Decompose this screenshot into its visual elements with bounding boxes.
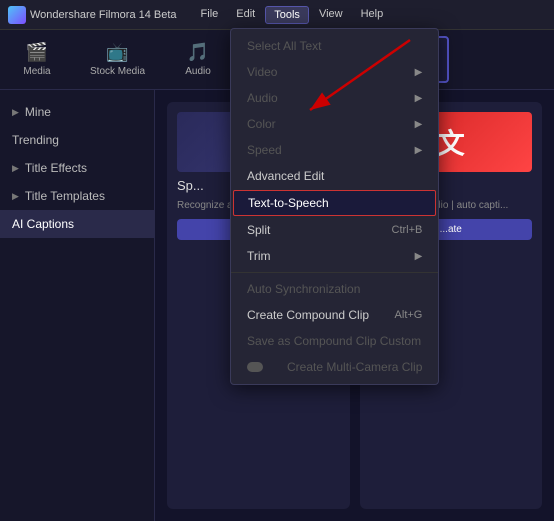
toolbar-stock-media[interactable]: 📺 Stock Media bbox=[82, 38, 153, 81]
save-compound-label: Save as Compound Clip Custom bbox=[247, 334, 422, 348]
video-arrow: ▶ bbox=[415, 67, 423, 78]
trim-arrow: ▶ bbox=[415, 251, 423, 262]
audio-menu-label: Audio bbox=[247, 91, 395, 105]
dropdown-advanced-edit[interactable]: Advanced Edit bbox=[231, 163, 438, 189]
trending-label: Trending bbox=[12, 133, 59, 147]
create-compound-shortcut: Alt+G bbox=[395, 309, 423, 321]
dropdown-color: Color ▶ bbox=[231, 111, 438, 137]
dropdown-speed: Speed ▶ bbox=[231, 137, 438, 163]
dropdown-auto-sync: Auto Synchronization bbox=[231, 276, 438, 302]
video-label: Video bbox=[247, 65, 395, 79]
sidebar-item-mine[interactable]: ▶ Mine bbox=[0, 98, 154, 126]
color-label: Color bbox=[247, 117, 395, 131]
multi-camera-checkbox bbox=[247, 362, 263, 372]
sidebar-item-title-effects[interactable]: ▶ Title Effects bbox=[0, 154, 154, 182]
audio-arrow: ▶ bbox=[415, 93, 423, 104]
menu-help[interactable]: Help bbox=[353, 6, 392, 24]
ai-captions-label: AI Captions bbox=[12, 217, 74, 231]
media-icon: 🎬 bbox=[26, 42, 48, 63]
sidebar-item-ai-captions[interactable]: AI Captions bbox=[0, 210, 154, 238]
title-bar: Wondershare Filmora 14 Beta File Edit To… bbox=[0, 0, 554, 30]
dropdown-menu: Select All Text Video ▶ Audio ▶ Color ▶ … bbox=[230, 28, 439, 385]
stock-media-icon: 📺 bbox=[106, 42, 128, 63]
dropdown-create-compound[interactable]: Create Compound Clip Alt+G bbox=[231, 302, 438, 328]
toolbar-media[interactable]: 🎬 Media bbox=[12, 38, 62, 81]
title-effects-label: Title Effects bbox=[25, 161, 87, 175]
create-compound-label: Create Compound Clip bbox=[247, 308, 375, 322]
title-templates-chevron: ▶ bbox=[12, 191, 19, 202]
toolbar-audio[interactable]: 🎵 Audio bbox=[173, 38, 223, 81]
menu-bar: File Edit Tools View Help bbox=[193, 6, 392, 24]
dropdown-save-compound: Save as Compound Clip Custom bbox=[231, 328, 438, 354]
mine-chevron: ▶ bbox=[12, 107, 19, 118]
title-templates-label: Title Templates bbox=[25, 189, 105, 203]
audio-label: Audio bbox=[185, 66, 211, 77]
dropdown-audio: Audio ▶ bbox=[231, 85, 438, 111]
color-arrow: ▶ bbox=[415, 119, 423, 130]
media-label: Media bbox=[23, 66, 50, 77]
app-logo: Wondershare Filmora 14 Beta bbox=[8, 6, 177, 24]
dropdown-multi-camera: Create Multi-Camera Clip bbox=[231, 354, 438, 380]
select-all-text-label: Select All Text bbox=[247, 39, 422, 53]
menu-file[interactable]: File bbox=[193, 6, 227, 24]
dropdown-trim[interactable]: Trim ▶ bbox=[231, 243, 438, 269]
menu-view[interactable]: View bbox=[311, 6, 351, 24]
tools-dropdown: Select All Text Video ▶ Audio ▶ Color ▶ … bbox=[230, 28, 439, 385]
mine-label: Mine bbox=[25, 105, 51, 119]
advanced-edit-label: Advanced Edit bbox=[247, 169, 422, 183]
speed-arrow: ▶ bbox=[415, 145, 423, 156]
multi-camera-label: Create Multi-Camera Clip bbox=[287, 360, 422, 374]
sidebar-item-trending[interactable]: Trending bbox=[0, 126, 154, 154]
stock-media-label: Stock Media bbox=[90, 66, 145, 77]
text-to-speech-label: Text-to-Speech bbox=[248, 196, 421, 210]
dropdown-sep-1 bbox=[231, 272, 438, 273]
trim-label: Trim bbox=[247, 249, 395, 263]
title-effects-chevron: ▶ bbox=[12, 163, 19, 174]
dropdown-split[interactable]: Split Ctrl+B bbox=[231, 217, 438, 243]
split-label: Split bbox=[247, 223, 372, 237]
speed-label: Speed bbox=[247, 143, 395, 157]
dropdown-text-to-speech[interactable]: Text-to-Speech bbox=[233, 190, 436, 216]
app-name: Wondershare Filmora 14 Beta bbox=[30, 9, 177, 21]
sidebar: ▶ Mine Trending ▶ Title Effects ▶ Title … bbox=[0, 90, 155, 521]
auto-sync-label: Auto Synchronization bbox=[247, 282, 422, 296]
dropdown-video: Video ▶ bbox=[231, 59, 438, 85]
logo-icon bbox=[8, 6, 26, 24]
menu-edit[interactable]: Edit bbox=[228, 6, 263, 24]
sidebar-item-title-templates[interactable]: ▶ Title Templates bbox=[0, 182, 154, 210]
split-shortcut: Ctrl+B bbox=[392, 224, 423, 236]
dropdown-select-all-text: Select All Text bbox=[231, 33, 438, 59]
audio-icon: 🎵 bbox=[187, 42, 209, 63]
menu-tools[interactable]: Tools bbox=[265, 6, 309, 24]
